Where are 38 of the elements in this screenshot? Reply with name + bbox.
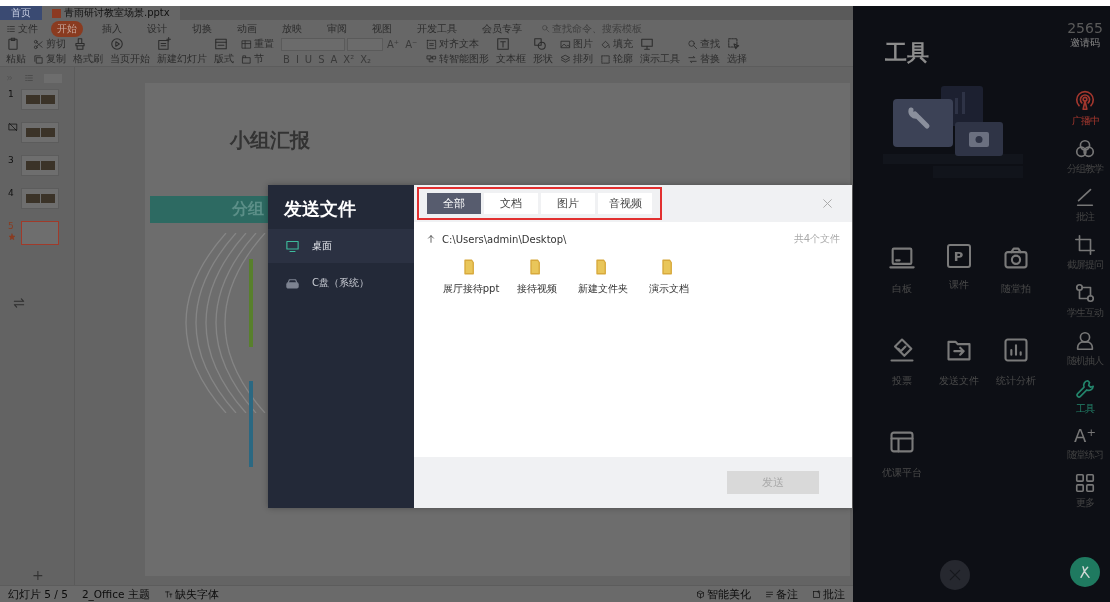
slide-number: 1: [8, 89, 14, 99]
filter-tab[interactable]: 音视频: [598, 193, 652, 214]
location-item[interactable]: 桌面: [268, 229, 414, 263]
status-text[interactable]: 缺失字体: [174, 587, 219, 602]
status-button[interactable]: 备注: [776, 587, 798, 602]
status-text[interactable]: 2_Office 主题: [81, 587, 150, 602]
invite-code: 2565: [1067, 20, 1103, 36]
status-button[interactable]: 智能美化: [707, 587, 751, 602]
slide-number: 3: [8, 155, 14, 165]
home-tab[interactable]: 首页: [0, 6, 42, 20]
sidebar-item-label[interactable]: 广播中: [1071, 114, 1099, 128]
file-name[interactable]: 接待视频: [517, 282, 557, 296]
location-label[interactable]: 桌面: [312, 239, 332, 253]
file-name[interactable]: 演示文档: [649, 282, 689, 296]
file-name[interactable]: 展厅接待ppt: [442, 282, 500, 296]
filter-tab[interactable]: 全部: [427, 193, 481, 214]
dialog-title: 发送文件: [283, 197, 357, 221]
file-count: 共4个文件: [793, 232, 840, 246]
toolbar-button[interactable]: 节: [254, 52, 264, 66]
status-button[interactable]: 批注: [823, 587, 845, 602]
sidebar-item-label[interactable]: 工具: [1076, 402, 1094, 416]
font-plus-icon[interactable]: A⁺: [1074, 426, 1096, 446]
panel-title: 工具: [885, 39, 929, 67]
filter-tab[interactable]: 文档: [484, 193, 538, 214]
tool-label[interactable]: 课件: [948, 278, 969, 292]
folder-path: C:\Users\admin\Desktop\: [442, 233, 567, 245]
location-item[interactable]: C盘（系统）: [268, 266, 414, 300]
slide-number: 5: [8, 221, 14, 231]
invite-code-label: 邀请码: [1070, 36, 1100, 50]
ribbon-tab[interactable]: 开始: [51, 20, 83, 37]
slide-counter: 幻灯片 5 / 5: [8, 587, 68, 602]
file-name[interactable]: 新建文件夹: [578, 282, 628, 296]
slide-title: 小组汇报: [230, 127, 310, 154]
add-slide-button[interactable]: +: [32, 567, 44, 583]
location-label[interactable]: C盘（系统）: [312, 276, 369, 290]
letter-icon[interactable]: P: [946, 244, 971, 268]
filter-tab[interactable]: 图片: [541, 193, 595, 214]
slide-number: 4: [8, 188, 14, 198]
